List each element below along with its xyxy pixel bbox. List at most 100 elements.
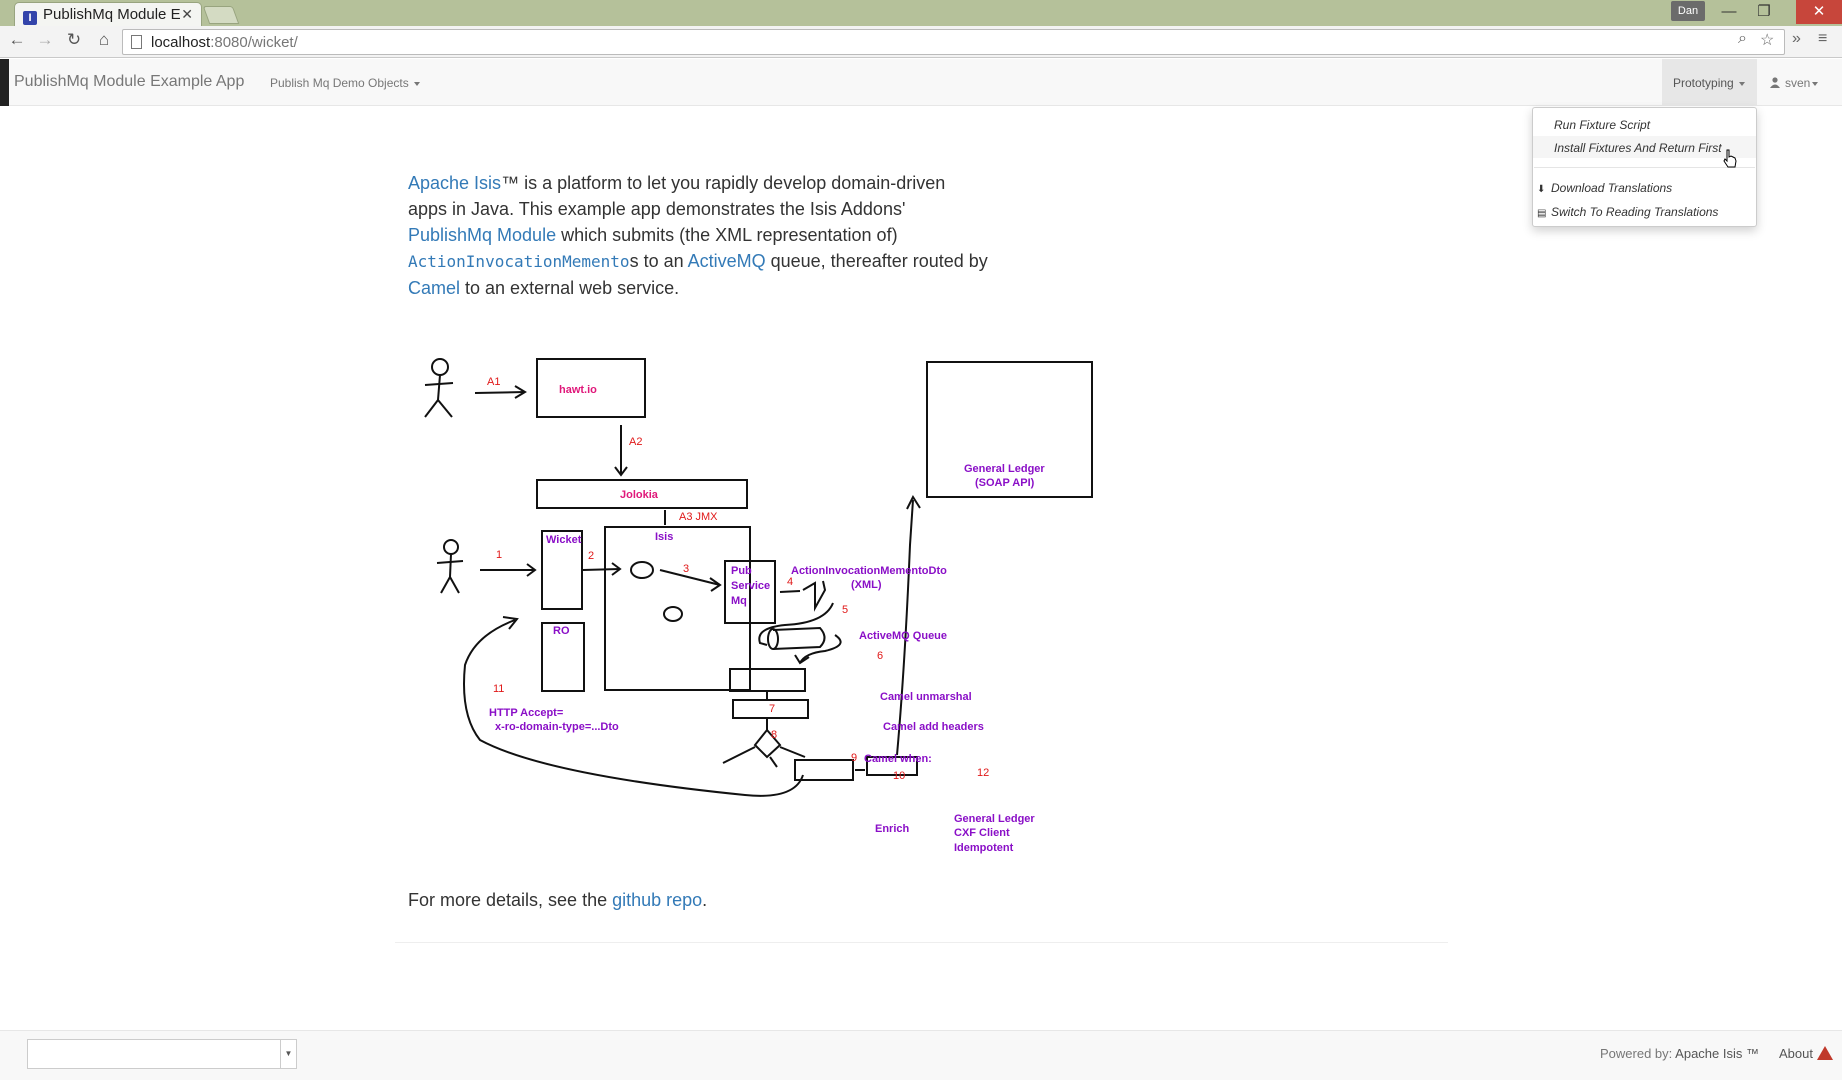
label-gl-client-2: CXF Client <box>954 827 1010 839</box>
url-host: localhost <box>151 34 211 51</box>
book-icon: ▤ <box>1537 208 1547 219</box>
caret-down-icon <box>1812 81 1819 86</box>
new-tab-button[interactable] <box>202 6 240 24</box>
label-pub: Pub <box>731 565 752 577</box>
label-jolokia: Jolokia <box>620 489 659 501</box>
menu-item-run-fixture-script[interactable]: Run Fixture Script <box>1533 113 1756 135</box>
download-icon: ⬇ <box>1537 184 1546 195</box>
label-http-accept: HTTP Accept= <box>489 707 563 719</box>
label-isis: Isis <box>655 531 673 543</box>
app-brand[interactable]: PublishMq Module Example App <box>14 73 244 91</box>
menu-prototyping[interactable]: Prototyping <box>1662 59 1757 106</box>
label-camel-when: Camel when: <box>864 753 932 765</box>
about-link[interactable]: About <box>1779 1046 1833 1061</box>
tab-title: PublishMq Module E <box>43 6 181 23</box>
label-ro: RO <box>553 625 570 637</box>
label-ro-domain-type: x-ro-domain-type=...Dto <box>495 721 619 733</box>
label-memento-dto: ActionInvocationMementoDto <box>791 565 947 577</box>
powered-by: Powered by: Apache Isis ™ <box>1600 1046 1759 1061</box>
brand-accent <box>0 59 9 106</box>
label-a2: A2 <box>629 436 642 448</box>
label-camel-unmarshal: Camel unmarshal <box>880 691 972 703</box>
bookmark-star-icon[interactable]: ☆ <box>1760 30 1774 50</box>
search-icon[interactable]: ⌕ <box>1738 30 1747 48</box>
address-bar[interactable]: localhost:8080/wicket/ <box>122 29 1785 55</box>
link-activemq[interactable]: ActiveMQ <box>688 251 766 271</box>
hand-cursor-icon <box>1723 149 1737 168</box>
intro-text: which submits (the XML representation of… <box>556 225 898 245</box>
app-footer: ▼ Powered by: Apache Isis ™ About <box>0 1030 1842 1080</box>
step-9: 9 <box>851 752 857 764</box>
intro-text: s to an <box>629 251 688 271</box>
chevron-down-icon[interactable]: ▼ <box>280 1040 296 1068</box>
step-6: 6 <box>877 650 883 662</box>
extensions-chevron-icon[interactable]: » <box>1792 30 1801 48</box>
footer-select[interactable]: ▼ <box>27 1039 297 1069</box>
browser-tabstrip: I PublishMq Module E ✕ Dan — ❐ ✕ <box>0 0 1842 26</box>
step-7: 7 <box>769 703 775 715</box>
step-5: 5 <box>842 604 848 616</box>
intro-text: to an external web service. <box>460 278 680 298</box>
profile-badge[interactable]: Dan <box>1671 1 1705 21</box>
label-camel-add-headers: Camel add headers <box>883 721 984 733</box>
label-gl-client-3: Idempotent <box>954 842 1014 854</box>
intro-paragraph: Apache Isis™ is a platform to let you ra… <box>408 170 988 301</box>
menu-publish-mq-demo-objects[interactable]: Publish Mq Demo Objects <box>270 76 420 90</box>
label-service: Service <box>731 580 770 592</box>
content-divider <box>395 942 1448 943</box>
home-icon[interactable]: ⌂ <box>93 30 115 50</box>
page-icon <box>131 35 142 49</box>
about-label: About <box>1779 1046 1813 1061</box>
menu-icon[interactable]: ≡ <box>1818 30 1827 48</box>
step-4: 4 <box>787 576 793 588</box>
label-soap-api: (SOAP API) <box>975 477 1035 489</box>
user-menu[interactable]: sven <box>1770 76 1819 90</box>
more-text: For more details, see the <box>408 890 613 910</box>
window-close-icon[interactable]: ✕ <box>1796 0 1842 24</box>
restore-icon[interactable]: ❐ <box>1747 0 1781 24</box>
label-wicket: Wicket <box>546 534 582 546</box>
caret-down-icon <box>1738 81 1745 86</box>
code-action-invocation-memento[interactable]: ActionInvocationMemento <box>408 252 630 271</box>
menu-item-switch-reading-translations[interactable]: ▤ Switch To Reading Translations <box>1533 200 1756 222</box>
menu-item-download-translations[interactable]: ⬇ Download Translations <box>1533 176 1756 198</box>
menu-label: Publish Mq Demo Objects <box>270 76 409 90</box>
warning-icon <box>1816 1046 1833 1060</box>
close-tab-icon[interactable]: ✕ <box>181 6 193 23</box>
step-2: 2 <box>588 550 594 562</box>
step-12: 12 <box>977 767 989 779</box>
browser-tab[interactable]: I PublishMq Module E ✕ <box>14 2 202 26</box>
app-navbar: PublishMq Module Example App Publish Mq … <box>0 59 1842 106</box>
user-icon <box>1770 77 1780 88</box>
back-icon[interactable]: ← <box>6 30 28 50</box>
link-camel[interactable]: Camel <box>408 278 460 298</box>
menu-label: Prototyping <box>1673 76 1734 90</box>
link-powered-apache-isis[interactable]: Apache Isis ™ <box>1675 1046 1759 1061</box>
forward-icon[interactable]: → <box>34 30 56 50</box>
caret-down-icon <box>413 81 420 86</box>
url-path: :8080/wicket/ <box>210 34 298 51</box>
label-hawtio: hawt.io <box>559 384 597 396</box>
link-apache-isis[interactable]: Apache Isis <box>408 173 501 193</box>
step-10: 10 <box>893 770 905 782</box>
user-name: sven <box>1785 76 1811 90</box>
dropdown-divider <box>1534 167 1755 168</box>
powered-by-label: Powered by: <box>1600 1046 1673 1061</box>
menu-item-label: Switch To Reading Translations <box>1551 205 1719 219</box>
menu-item-label: Download Translations <box>1551 181 1673 195</box>
favicon-icon: I <box>23 11 37 25</box>
intro-text: queue, thereafter routed by <box>765 251 988 271</box>
reload-icon[interactable]: ↻ <box>63 30 85 50</box>
step-1: 1 <box>496 549 502 561</box>
link-github-repo[interactable]: github repo <box>612 890 702 910</box>
label-mq: Mq <box>731 595 747 607</box>
label-a1: A1 <box>487 376 500 388</box>
link-publishmq-module[interactable]: PublishMq Module <box>408 225 556 245</box>
step-11: 11 <box>493 683 504 695</box>
label-activemq-queue: ActiveMQ Queue <box>859 630 947 642</box>
step-3: 3 <box>683 563 689 575</box>
minimize-icon[interactable]: — <box>1712 0 1746 24</box>
label-gl-client-1: General Ledger <box>954 813 1035 825</box>
label-enrich: Enrich <box>875 823 910 835</box>
more-details-text: For more details, see the github repo. <box>408 890 707 911</box>
